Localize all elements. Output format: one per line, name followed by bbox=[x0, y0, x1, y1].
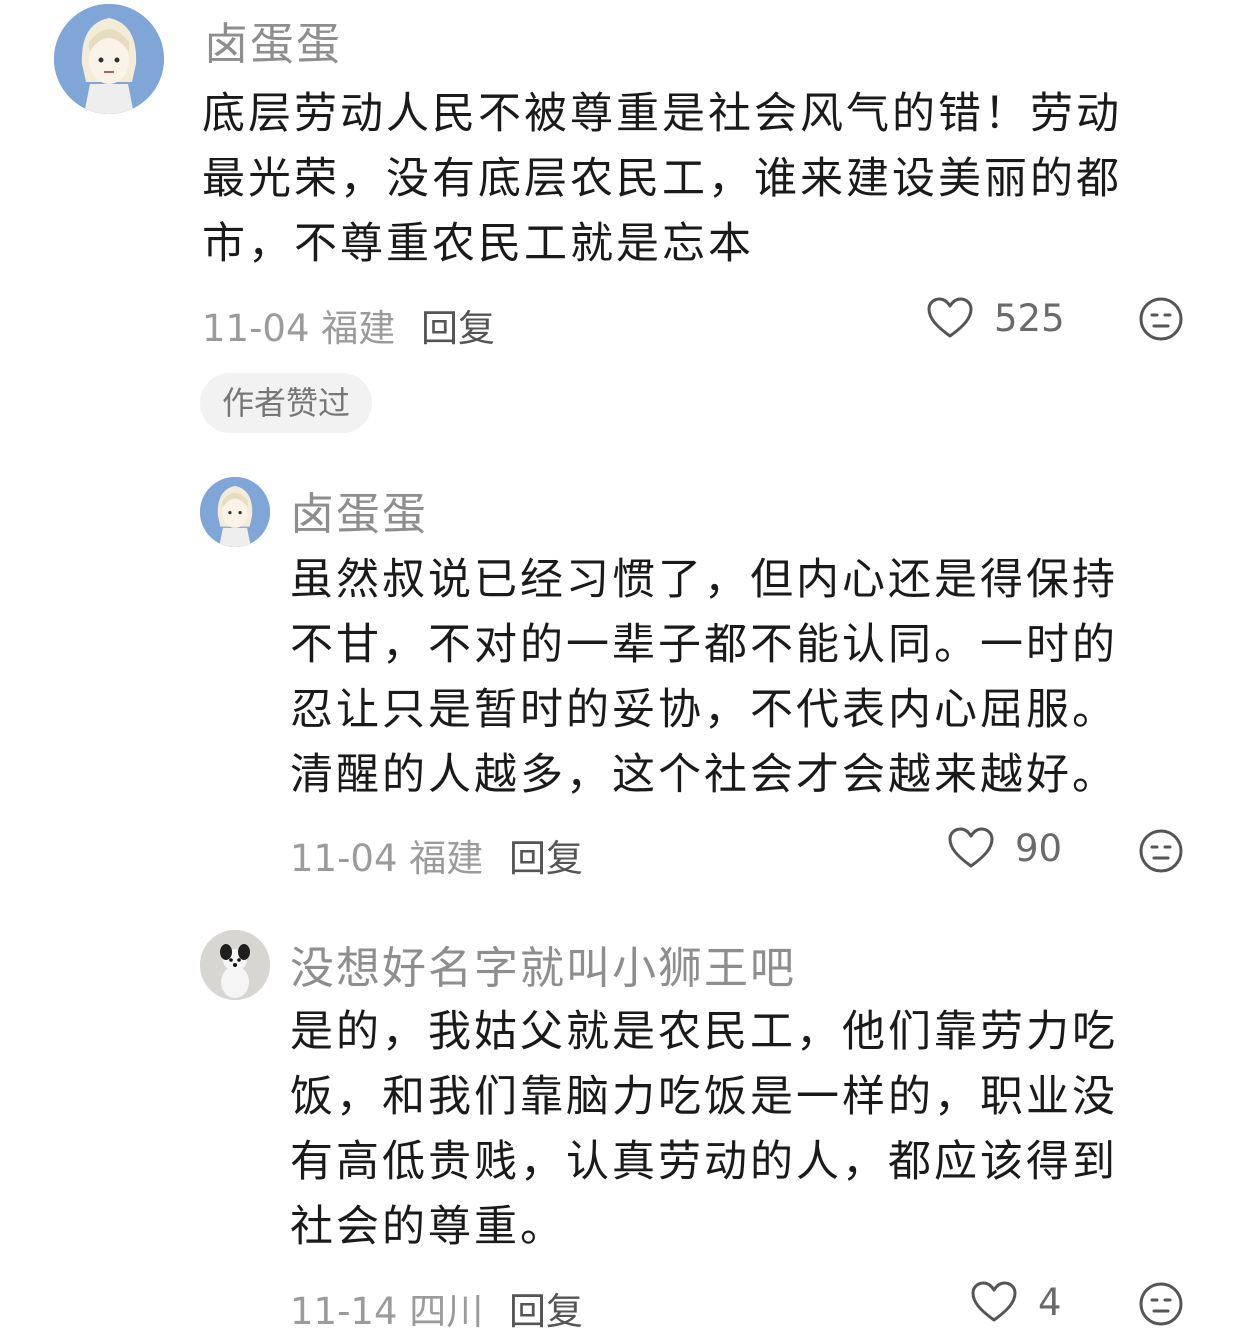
username[interactable]: 卤蛋蛋 bbox=[204, 8, 342, 72]
username[interactable]: 卤蛋蛋 bbox=[290, 478, 428, 542]
comment-meta: 11-14 四川 回复 bbox=[290, 1281, 583, 1335]
neutral-face-icon[interactable] bbox=[1138, 296, 1184, 342]
neutral-face-icon[interactable] bbox=[1138, 1281, 1184, 1327]
comment-text: 是的，我姑父就是农民工，他们靠劳力吃 饭，和我们靠脑力吃饭是一样的，职业没 有高… bbox=[290, 1007, 1118, 1252]
heart-outline-icon bbox=[927, 297, 973, 338]
comment-date: 11-04 bbox=[202, 307, 310, 350]
comment-text: 虽然叔说已经习惯了，但内心还是得保持 不甘，不对的一辈子都不能认同。一时的 忍让… bbox=[290, 555, 1118, 800]
author-liked-badge: 作者赞过 bbox=[200, 373, 373, 433]
like-button[interactable]: 4 bbox=[970, 1280, 1062, 1324]
reply-button[interactable]: 回复 bbox=[509, 1290, 583, 1333]
like-count: 90 bbox=[1015, 826, 1063, 870]
comment-text: 底层劳动人民不被尊重是社会风气的错！劳动 最光荣，没有底层农民工，谁来建设美丽的… bbox=[202, 89, 1122, 269]
reply-button[interactable]: 回复 bbox=[509, 837, 583, 880]
reply-button[interactable]: 回复 bbox=[421, 307, 495, 350]
username[interactable]: 没想好名字就叫小狮王吧 bbox=[290, 932, 796, 996]
comment-location: 福建 bbox=[321, 307, 396, 350]
comment-date: 11-04 bbox=[290, 837, 398, 880]
like-button[interactable]: 90 bbox=[947, 826, 1062, 870]
like-count: 4 bbox=[1038, 1280, 1062, 1324]
comment-meta: 11-04 福建 回复 bbox=[290, 828, 583, 882]
comment-location: 四川 bbox=[409, 1290, 484, 1333]
neutral-face-icon[interactable] bbox=[1138, 828, 1184, 874]
comment-date: 11-14 bbox=[290, 1290, 398, 1333]
heart-outline-icon bbox=[971, 1281, 1017, 1322]
comment-location: 福建 bbox=[409, 837, 484, 880]
avatar[interactable] bbox=[200, 477, 270, 547]
avatar[interactable] bbox=[54, 4, 164, 114]
like-button[interactable]: 525 bbox=[926, 296, 1065, 340]
heart-outline-icon bbox=[948, 827, 994, 868]
like-count: 525 bbox=[994, 296, 1065, 340]
comment-meta: 11-04 福建 回复 bbox=[202, 298, 495, 352]
avatar[interactable] bbox=[200, 930, 270, 1000]
